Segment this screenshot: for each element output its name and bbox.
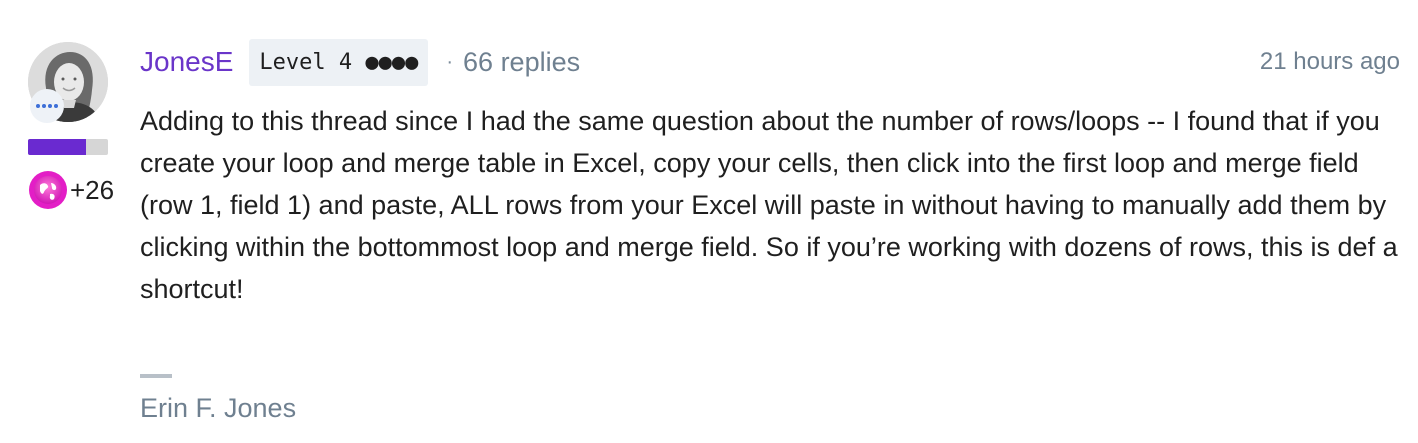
post-header: JonesE Level 4 ●●●● · 66 replies 21 hour… [140,36,1400,88]
signature-divider [140,374,172,378]
level-progress-bar [28,139,108,155]
forum-post: +26 JonesE Level 4 ●●●● · 66 replies 21 … [0,0,1418,443]
post-body: Adding to this thread since I had the sa… [140,106,1398,304]
level-progress-fill [28,139,86,155]
signature: Erin F. Jones [140,393,297,423]
username-link[interactable]: JonesE [140,48,233,76]
post-timestamp[interactable]: 21 hours ago [1260,50,1400,74]
kudos-count: +26 [70,175,115,205]
level-badge: Level 4 ●●●● [249,38,429,86]
separator-dot: · [446,50,454,73]
kudos[interactable]: +26 [28,170,114,210]
globe-icon [29,171,67,209]
ellipsis-icon [30,89,64,123]
reply-count: 66 replies [463,46,581,77]
